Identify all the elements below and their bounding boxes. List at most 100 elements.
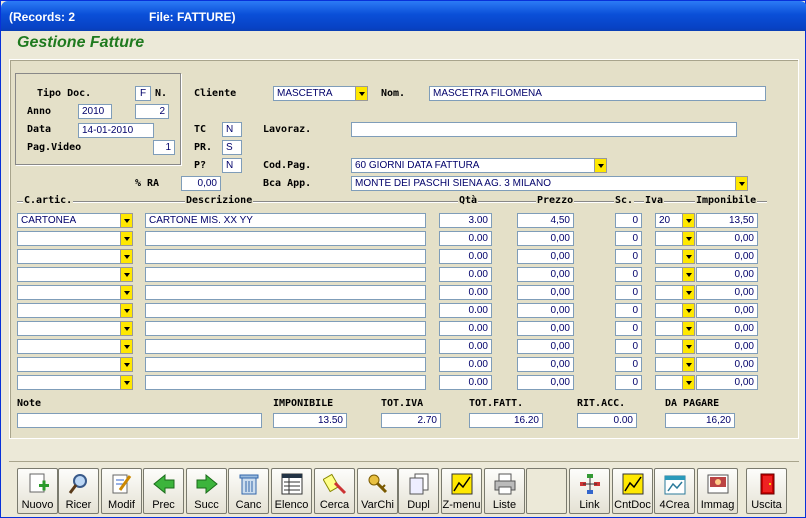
row-qta-field[interactable]: 0.00 xyxy=(439,321,492,336)
row-sconto-field[interactable]: 0 xyxy=(615,321,642,336)
row-imponibile-field[interactable]: 0,00 xyxy=(696,231,758,246)
row-qta-field[interactable]: 0.00 xyxy=(439,249,492,264)
toolbar-button-ricer[interactable]: Ricer xyxy=(58,468,99,514)
bca-app-dropdown-button[interactable] xyxy=(735,176,748,191)
row-descrizione-field[interactable] xyxy=(145,339,426,354)
row-cartic-dropdown-button[interactable] xyxy=(120,285,133,300)
toolbar-button-z-menu[interactable]: Z-menu xyxy=(441,468,482,514)
row-iva-dropdown-button[interactable] xyxy=(682,267,695,282)
row-imponibile-field[interactable]: 0,00 xyxy=(696,321,758,336)
toolbar-button-immag[interactable]: Immag xyxy=(697,468,738,514)
row-qta-field[interactable]: 0.00 xyxy=(439,267,492,282)
toolbar-button-dupl[interactable]: Dupl xyxy=(398,468,439,514)
row-iva-dropdown-button[interactable] xyxy=(682,321,695,336)
tot-iva-field[interactable]: 2.70 xyxy=(381,413,441,428)
row-prezzo-field[interactable]: 0,00 xyxy=(517,267,574,282)
toolbar-button-varchi[interactable]: VarChi xyxy=(357,468,398,514)
row-cartic-field[interactable] xyxy=(17,303,121,318)
row-iva-dropdown-button[interactable] xyxy=(682,357,695,372)
row-prezzo-field[interactable]: 0,00 xyxy=(517,303,574,318)
row-cartic-field[interactable] xyxy=(17,249,121,264)
cliente-dropdown-button[interactable] xyxy=(355,86,368,101)
toolbar-button-liste[interactable]: Liste xyxy=(484,468,525,514)
row-imponibile-field[interactable]: 0,00 xyxy=(696,357,758,372)
cod-pag-dropdown-button[interactable] xyxy=(594,158,607,173)
row-descrizione-field[interactable] xyxy=(145,249,426,264)
tipo-doc-field[interactable]: F xyxy=(135,86,151,101)
row-prezzo-field[interactable]: 0,00 xyxy=(517,285,574,300)
row-cartic-dropdown-button[interactable] xyxy=(120,267,133,282)
toolbar-button-elenco[interactable]: Elenco xyxy=(271,468,312,514)
row-imponibile-field[interactable]: 0,00 xyxy=(696,339,758,354)
row-descrizione-field[interactable] xyxy=(145,267,426,282)
row-imponibile-field[interactable]: 0,00 xyxy=(696,249,758,264)
row-iva-field[interactable] xyxy=(655,375,684,390)
imponibile-total-field[interactable]: 13.50 xyxy=(273,413,347,428)
row-cartic-field[interactable] xyxy=(17,357,121,372)
row-sconto-field[interactable]: 0 xyxy=(615,303,642,318)
row-iva-dropdown-button[interactable] xyxy=(682,285,695,300)
row-prezzo-field[interactable]: 0,00 xyxy=(517,339,574,354)
pr-field[interactable]: S xyxy=(222,140,242,155)
row-cartic-field[interactable] xyxy=(17,267,121,282)
row-cartic-dropdown-button[interactable] xyxy=(120,339,133,354)
rit-acc-field[interactable]: 0.00 xyxy=(577,413,637,428)
row-descrizione-field[interactable] xyxy=(145,285,426,300)
row-prezzo-field[interactable]: 0,00 xyxy=(517,321,574,336)
lavorazione-field[interactable] xyxy=(351,122,737,137)
row-sconto-field[interactable]: 0 xyxy=(615,339,642,354)
row-descrizione-field[interactable] xyxy=(145,231,426,246)
row-cartic-dropdown-button[interactable] xyxy=(120,231,133,246)
ra-field[interactable]: 0,00 xyxy=(181,176,221,191)
row-descrizione-field[interactable]: CARTONE MIS. XX YY xyxy=(145,213,426,228)
row-cartic-dropdown-button[interactable] xyxy=(120,357,133,372)
toolbar-button-succ[interactable]: Succ xyxy=(186,468,227,514)
row-cartic-dropdown-button[interactable] xyxy=(120,303,133,318)
toolbar-button-uscita[interactable]: Uscita xyxy=(746,468,787,514)
row-imponibile-field[interactable]: 0,00 xyxy=(696,375,758,390)
row-sconto-field[interactable]: 0 xyxy=(615,267,642,282)
toolbar-button-cerca[interactable]: Cerca xyxy=(314,468,355,514)
row-cartic-dropdown-button[interactable] xyxy=(120,375,133,390)
row-iva-field[interactable]: 20 xyxy=(655,213,684,228)
row-qta-field[interactable]: 0.00 xyxy=(439,285,492,300)
toolbar-button-cntdoc[interactable]: CntDoc xyxy=(612,468,653,514)
row-iva-dropdown-button[interactable] xyxy=(682,339,695,354)
doc-number-field[interactable]: 2 xyxy=(135,104,169,119)
tot-fatt-field[interactable]: 16.20 xyxy=(469,413,543,428)
p-field[interactable]: N xyxy=(222,158,242,173)
row-cartic-field[interactable] xyxy=(17,339,121,354)
row-prezzo-field[interactable]: 0,00 xyxy=(517,357,574,372)
toolbar-button-link[interactable]: Link xyxy=(569,468,610,514)
row-iva-field[interactable] xyxy=(655,285,684,300)
row-sconto-field[interactable]: 0 xyxy=(615,213,642,228)
row-iva-field[interactable] xyxy=(655,303,684,318)
data-field[interactable]: 14-01-2010 xyxy=(78,123,154,138)
row-prezzo-field[interactable]: 0,00 xyxy=(517,375,574,390)
row-sconto-field[interactable]: 0 xyxy=(615,231,642,246)
row-prezzo-field[interactable]: 0,00 xyxy=(517,231,574,246)
row-iva-field[interactable] xyxy=(655,231,684,246)
row-qta-field[interactable]: 0.00 xyxy=(439,357,492,372)
row-sconto-field[interactable]: 0 xyxy=(615,285,642,300)
row-cartic-field[interactable] xyxy=(17,285,121,300)
row-imponibile-field[interactable]: 0,00 xyxy=(696,285,758,300)
row-descrizione-field[interactable] xyxy=(145,303,426,318)
row-sconto-field[interactable]: 0 xyxy=(615,375,642,390)
anno-field[interactable]: 2010 xyxy=(78,104,112,119)
row-qta-field[interactable]: 3.00 xyxy=(439,213,492,228)
row-qta-field[interactable]: 0.00 xyxy=(439,375,492,390)
row-cartic-dropdown-button[interactable] xyxy=(120,213,133,228)
row-iva-dropdown-button[interactable] xyxy=(682,213,695,228)
nominativo-field[interactable]: MASCETRA FILOMENA xyxy=(429,86,766,101)
row-qta-field[interactable]: 0.00 xyxy=(439,339,492,354)
row-cartic-dropdown-button[interactable] xyxy=(120,321,133,336)
row-cartic-field[interactable] xyxy=(17,321,121,336)
da-pagare-field[interactable]: 16,20 xyxy=(665,413,735,428)
toolbar-button-4crea[interactable]: 4Crea xyxy=(654,468,695,514)
row-imponibile-field[interactable]: 0,00 xyxy=(696,303,758,318)
row-qta-field[interactable]: 0.00 xyxy=(439,231,492,246)
pag-video-field[interactable]: 1 xyxy=(153,140,175,155)
row-cartic-field[interactable] xyxy=(17,231,121,246)
note-field[interactable] xyxy=(17,413,262,428)
